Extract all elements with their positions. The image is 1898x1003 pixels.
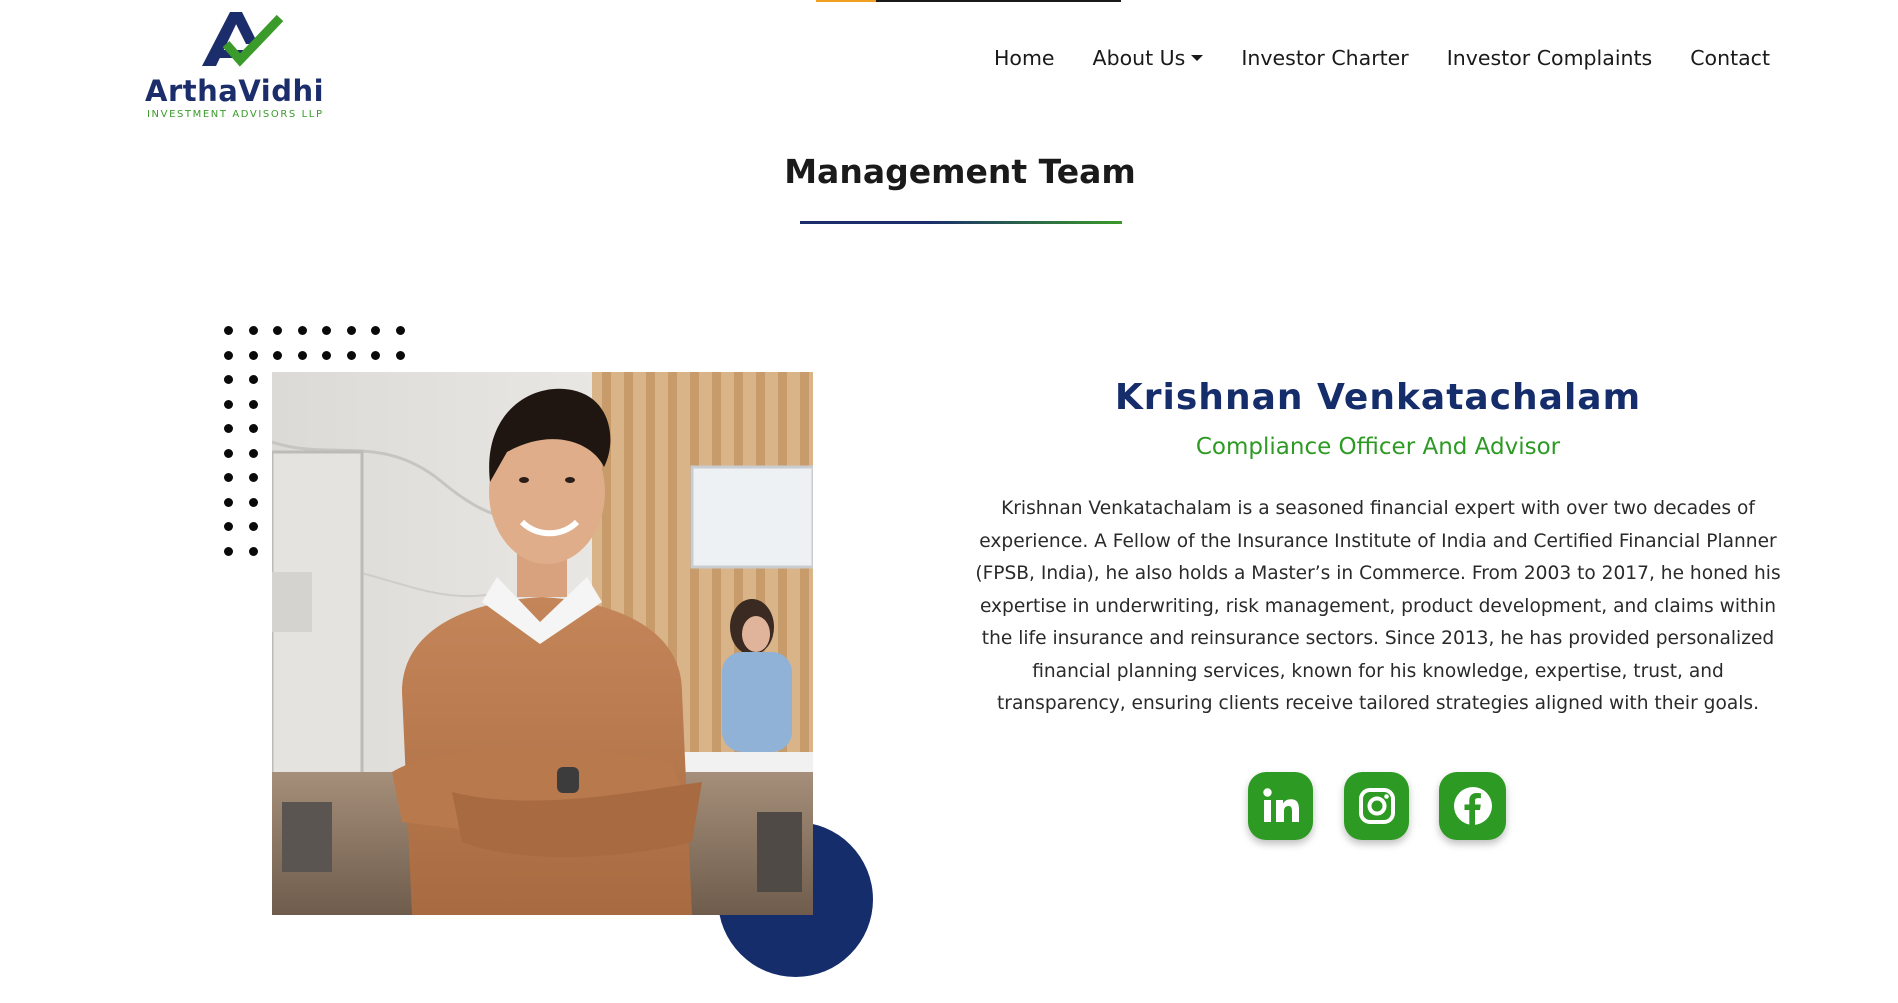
- profile-bio: Krishnan Venkatachalam is a seasoned fin…: [975, 498, 1781, 714]
- decorative-dot: [248, 497, 258, 507]
- linkedin-icon: [1262, 788, 1299, 822]
- caret-down-icon: [1191, 55, 1204, 61]
- nav-investor-complaints-label: Investor Complaints: [1446, 46, 1653, 70]
- decorative-dot: [248, 375, 258, 384]
- decorative-dot: [248, 546, 258, 556]
- profile-photo-image: [272, 372, 813, 915]
- decorative-dot: [371, 350, 380, 360]
- decorative-dot: [248, 350, 258, 360]
- decorative-dot: [395, 350, 405, 360]
- decorative-dot: [297, 326, 307, 335]
- brand-logo[interactable]: ArthaVidhi INVESTMENT ADVISORS LLP: [145, 8, 330, 123]
- nav-investor-charter[interactable]: Investor Charter: [1241, 46, 1408, 70]
- nav-investor-complaints[interactable]: Investor Complaints: [1447, 46, 1653, 70]
- top-progress-accent: [816, 0, 876, 2]
- decorative-dot: [224, 326, 233, 335]
- decorative-dot: [224, 522, 233, 531]
- profile-photo: [272, 372, 813, 915]
- facebook-icon: [1453, 787, 1492, 825]
- decorative-dot: [297, 350, 307, 360]
- decorative-dot: [346, 350, 356, 360]
- linkedin-button[interactable]: [1248, 772, 1313, 840]
- section-title: Management Team: [784, 152, 1136, 191]
- profile-name: Krishnan Venkatachalam: [1114, 377, 1642, 418]
- nav-investor-charter-label: Investor Charter: [1241, 46, 1409, 70]
- decorative-dot: [224, 399, 233, 409]
- decorative-dot: [248, 399, 258, 409]
- nav-home-label: Home: [994, 46, 1055, 70]
- nav-about-us[interactable]: About Us: [1093, 46, 1204, 70]
- instagram-icon: [1358, 788, 1395, 824]
- title-underline: [800, 221, 1122, 224]
- main-nav: Home About Us Investor Charter Investor …: [994, 46, 1770, 70]
- decorative-dot: [224, 448, 233, 458]
- logo-name: ArthaVidhi: [145, 74, 325, 108]
- decorative-dot: [322, 350, 331, 360]
- facebook-button[interactable]: [1439, 772, 1506, 840]
- nav-home[interactable]: Home: [994, 46, 1055, 70]
- instagram-button[interactable]: [1344, 772, 1409, 840]
- decorative-dot: [224, 497, 233, 507]
- decorative-dot: [224, 546, 233, 556]
- decorative-dot: [322, 326, 331, 335]
- nav-about-us-label: About Us: [1092, 46, 1186, 70]
- decorative-dot: [248, 424, 258, 433]
- decorative-dot: [224, 473, 233, 482]
- decorative-dot: [224, 375, 233, 384]
- decorative-dot: [224, 350, 233, 360]
- logo-mark-icon: [202, 12, 284, 67]
- decorative-dot: [224, 424, 233, 433]
- decorative-dot: [248, 473, 258, 482]
- top-progress-bar: [816, 0, 1121, 2]
- decorative-dot: [371, 326, 380, 335]
- decorative-dot: [273, 350, 282, 360]
- logo-tagline: INVESTMENT ADVISORS LLP: [147, 109, 324, 120]
- profile-role: Compliance Officer And Advisor: [1195, 434, 1561, 460]
- decorative-dot: [346, 326, 356, 335]
- social-links: [1248, 772, 1506, 840]
- nav-contact-label: Contact: [1690, 46, 1770, 70]
- decorative-dot: [248, 326, 258, 335]
- decorative-dot: [395, 326, 405, 335]
- decorative-dot: [273, 326, 282, 335]
- nav-contact[interactable]: Contact: [1690, 46, 1770, 70]
- decorative-dot: [248, 522, 258, 531]
- decorative-dot: [248, 448, 258, 458]
